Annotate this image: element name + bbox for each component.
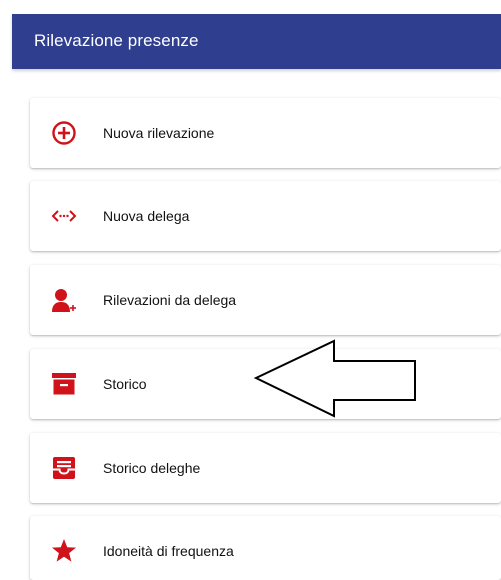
menu-item-label: Nuova rilevazione	[103, 125, 215, 141]
code-dots-icon	[50, 202, 78, 230]
menu-item-label: Nuova delega	[103, 208, 190, 224]
menu-item-rilevazioni-da-delega[interactable]: Rilevazioni da delega	[30, 265, 501, 335]
page-title: Rilevazione presenze	[34, 31, 199, 50]
add-circle-icon	[50, 119, 78, 147]
menu-item-label: Idoneità di frequenza	[103, 543, 234, 559]
menu-item-label: Storico deleghe	[103, 460, 201, 476]
app-header: Rilevazione presenze	[12, 14, 501, 69]
person-add-icon	[50, 286, 78, 314]
menu-item-nuova-rilevazione[interactable]: Nuova rilevazione	[30, 98, 501, 168]
menu-item-idoneita-di-frequenza[interactable]: Idoneità di frequenza	[30, 516, 501, 580]
star-icon	[50, 537, 78, 565]
menu-item-nuova-delega[interactable]: Nuova delega	[30, 181, 501, 251]
menu-item-label: Storico	[103, 376, 147, 392]
menu-item-label: Rilevazioni da delega	[103, 292, 237, 308]
inbox-icon	[50, 454, 78, 482]
archive-icon	[50, 370, 78, 398]
screen: Rilevazione presenze Nuova rilevazione N…	[0, 0, 501, 580]
menu-item-storico-deleghe[interactable]: Storico deleghe	[30, 433, 501, 503]
menu-item-storico[interactable]: Storico	[30, 349, 501, 419]
